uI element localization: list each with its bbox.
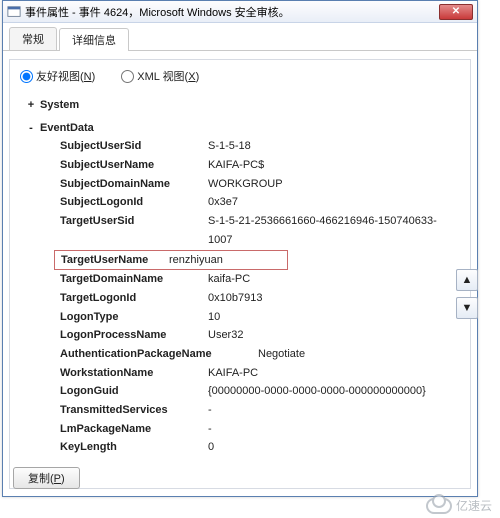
tree-system-node[interactable]: +System: [26, 94, 460, 115]
collapse-icon[interactable]: -: [26, 119, 36, 138]
row-targetlogonid: TargetLogonId0x10b7913: [26, 289, 460, 308]
cloud-icon: [426, 498, 452, 514]
row-keylength: KeyLength0: [26, 438, 460, 454]
event-tree: +System -EventData SubjectUserSidS-1-5-1…: [20, 94, 460, 454]
radio-xml-input[interactable]: [121, 70, 134, 83]
watermark-text: 亿速云: [456, 497, 492, 514]
row-subjectlogonid: SubjectLogonId0x3e7: [26, 193, 460, 212]
radio-friendly-label: 友好视图(N): [36, 68, 95, 84]
row-lmpackagename: LmPackageName-: [26, 420, 460, 439]
expand-icon[interactable]: +: [26, 96, 36, 115]
highlight-targetusername: TargetUserNamerenzhiyuan: [54, 250, 288, 271]
details-inner: 友好视图(N) XML 视图(X) +System -EventData Sub…: [9, 59, 471, 489]
footer: 复制(P): [13, 467, 80, 489]
radio-xml-label: XML 视图(X): [137, 68, 199, 84]
prev-event-button[interactable]: ▲: [456, 269, 478, 291]
tree-eventdata-node[interactable]: -EventData: [26, 117, 460, 138]
row-targetusersid: TargetUserSidS-1-5-21-2536661660-4662169…: [26, 212, 460, 249]
view-mode-radios: 友好视图(N) XML 视图(X): [20, 68, 460, 84]
row-workstationname: WorkstationNameKAIFA-PC: [26, 364, 460, 383]
nav-buttons: ▲ ▼: [456, 269, 478, 319]
row-logonprocessname: LogonProcessNameUser32: [26, 326, 460, 345]
tab-strip: 常规 详细信息: [3, 27, 477, 51]
radio-friendly-input[interactable]: [20, 70, 33, 83]
row-subjectusersid: SubjectUserSidS-1-5-18: [26, 137, 460, 156]
row-logonguid: LogonGuid{00000000-0000-0000-0000-000000…: [26, 382, 460, 401]
arrow-down-icon: ▼: [462, 302, 473, 314]
row-transmittedservices: TransmittedServices-: [26, 401, 460, 420]
row-subjectusername: SubjectUserNameKAIFA-PC$: [26, 156, 460, 175]
app-icon: [7, 5, 21, 19]
tab-general[interactable]: 常规: [9, 27, 57, 50]
window-title: 事件属性 - 事件 4624，Microsoft Windows 安全审核。: [25, 4, 439, 20]
copy-button[interactable]: 复制(P): [13, 467, 80, 489]
watermark: 亿速云: [426, 497, 492, 514]
event-properties-window: 事件属性 - 事件 4624，Microsoft Windows 安全审核。 ✕…: [2, 0, 478, 497]
titlebar: 事件属性 - 事件 4624，Microsoft Windows 安全审核。 ✕: [3, 1, 477, 23]
row-subjectdomainname: SubjectDomainNameWORKGROUP: [26, 175, 460, 194]
details-pane: 友好视图(N) XML 视图(X) +System -EventData Sub…: [3, 51, 477, 495]
arrow-up-icon: ▲: [462, 274, 473, 286]
next-event-button[interactable]: ▼: [456, 297, 478, 319]
close-button[interactable]: ✕: [439, 4, 473, 20]
row-logontype: LogonType10: [26, 308, 460, 327]
radio-friendly-view[interactable]: 友好视图(N): [20, 68, 95, 84]
radio-xml-view[interactable]: XML 视图(X): [121, 68, 199, 84]
row-targetdomainname: TargetDomainNamekaifa-PC: [26, 270, 460, 289]
row-authpkgname: AuthenticationPackageNameNegotiate: [26, 345, 460, 364]
tab-details[interactable]: 详细信息: [59, 28, 129, 51]
